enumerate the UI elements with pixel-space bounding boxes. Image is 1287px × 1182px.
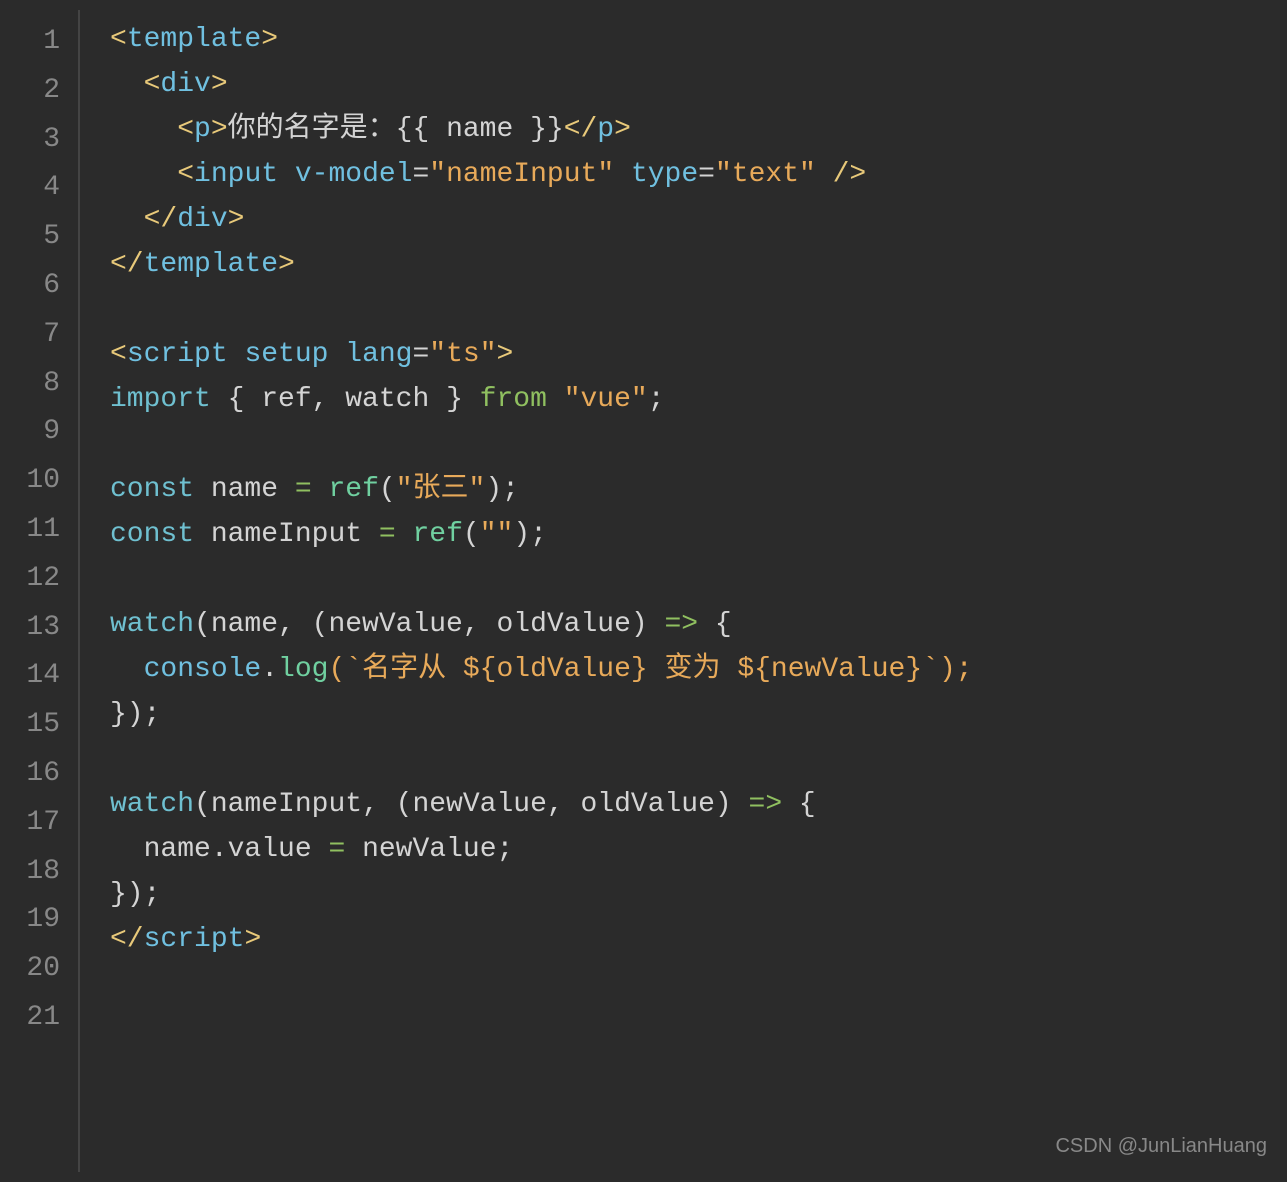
line-num-11: 11 (0, 506, 78, 555)
line-num-4: 4 (0, 164, 78, 213)
code-line-1: <template> (110, 18, 1287, 63)
line-num-9: 9 (0, 408, 78, 457)
line-num-2: 2 (0, 67, 78, 116)
code-line-3: <p>你的名字是：{{ name }}</p> (110, 108, 1287, 153)
line-num-5: 5 (0, 213, 78, 262)
code-content: <template> <div> <p>你的名字是：{{ name }}</p>… (80, 10, 1287, 1172)
code-line-18: watch(nameInput, (newValue, oldValue) =>… (110, 783, 1287, 828)
line-num-1: 1 (0, 18, 78, 67)
line-num-19: 19 (0, 896, 78, 945)
code-line-4: <input v-model="nameInput" type="text" /… (110, 153, 1287, 198)
line-num-18: 18 (0, 848, 78, 897)
line-num-7: 7 (0, 311, 78, 360)
code-line-21: </script> (110, 918, 1287, 963)
line-num-8: 8 (0, 360, 78, 409)
line-num-16: 16 (0, 750, 78, 799)
code-line-2: <div> (110, 63, 1287, 108)
watermark: CSDN @JunLianHuang (1055, 1130, 1267, 1162)
code-editor: 1 2 3 4 5 6 7 8 9 10 11 12 13 14 15 16 1… (0, 0, 1287, 1182)
code-line-14: watch(name, (newValue, oldValue) => { (110, 603, 1287, 648)
line-num-3: 3 (0, 116, 78, 165)
line-num-21: 21 (0, 994, 78, 1043)
code-line-7 (110, 288, 1287, 333)
line-num-14: 14 (0, 652, 78, 701)
code-line-19: name.value = newValue; (110, 828, 1287, 873)
code-line-8: <script setup lang="ts"> (110, 333, 1287, 378)
line-num-15: 15 (0, 701, 78, 750)
code-line-17 (110, 738, 1287, 783)
code-line-11: const name = ref("张三"); (110, 468, 1287, 513)
line-numbers: 1 2 3 4 5 6 7 8 9 10 11 12 13 14 15 16 1… (0, 10, 80, 1172)
code-line-12: const nameInput = ref(""); (110, 513, 1287, 558)
line-num-12: 12 (0, 555, 78, 604)
line-num-20: 20 (0, 945, 78, 994)
code-line-15: console.log(`名字从 ${oldValue} 变为 ${newVal… (110, 648, 1287, 693)
code-line-10 (110, 423, 1287, 468)
code-line-5: </div> (110, 198, 1287, 243)
code-line-16: }); (110, 693, 1287, 738)
line-num-10: 10 (0, 457, 78, 506)
line-num-17: 17 (0, 799, 78, 848)
code-line-20: }); (110, 873, 1287, 918)
code-line-9: import { ref, watch } from "vue"; (110, 378, 1287, 423)
code-line-6: </template> (110, 243, 1287, 288)
line-num-6: 6 (0, 262, 78, 311)
line-num-13: 13 (0, 604, 78, 653)
code-line-13 (110, 558, 1287, 603)
